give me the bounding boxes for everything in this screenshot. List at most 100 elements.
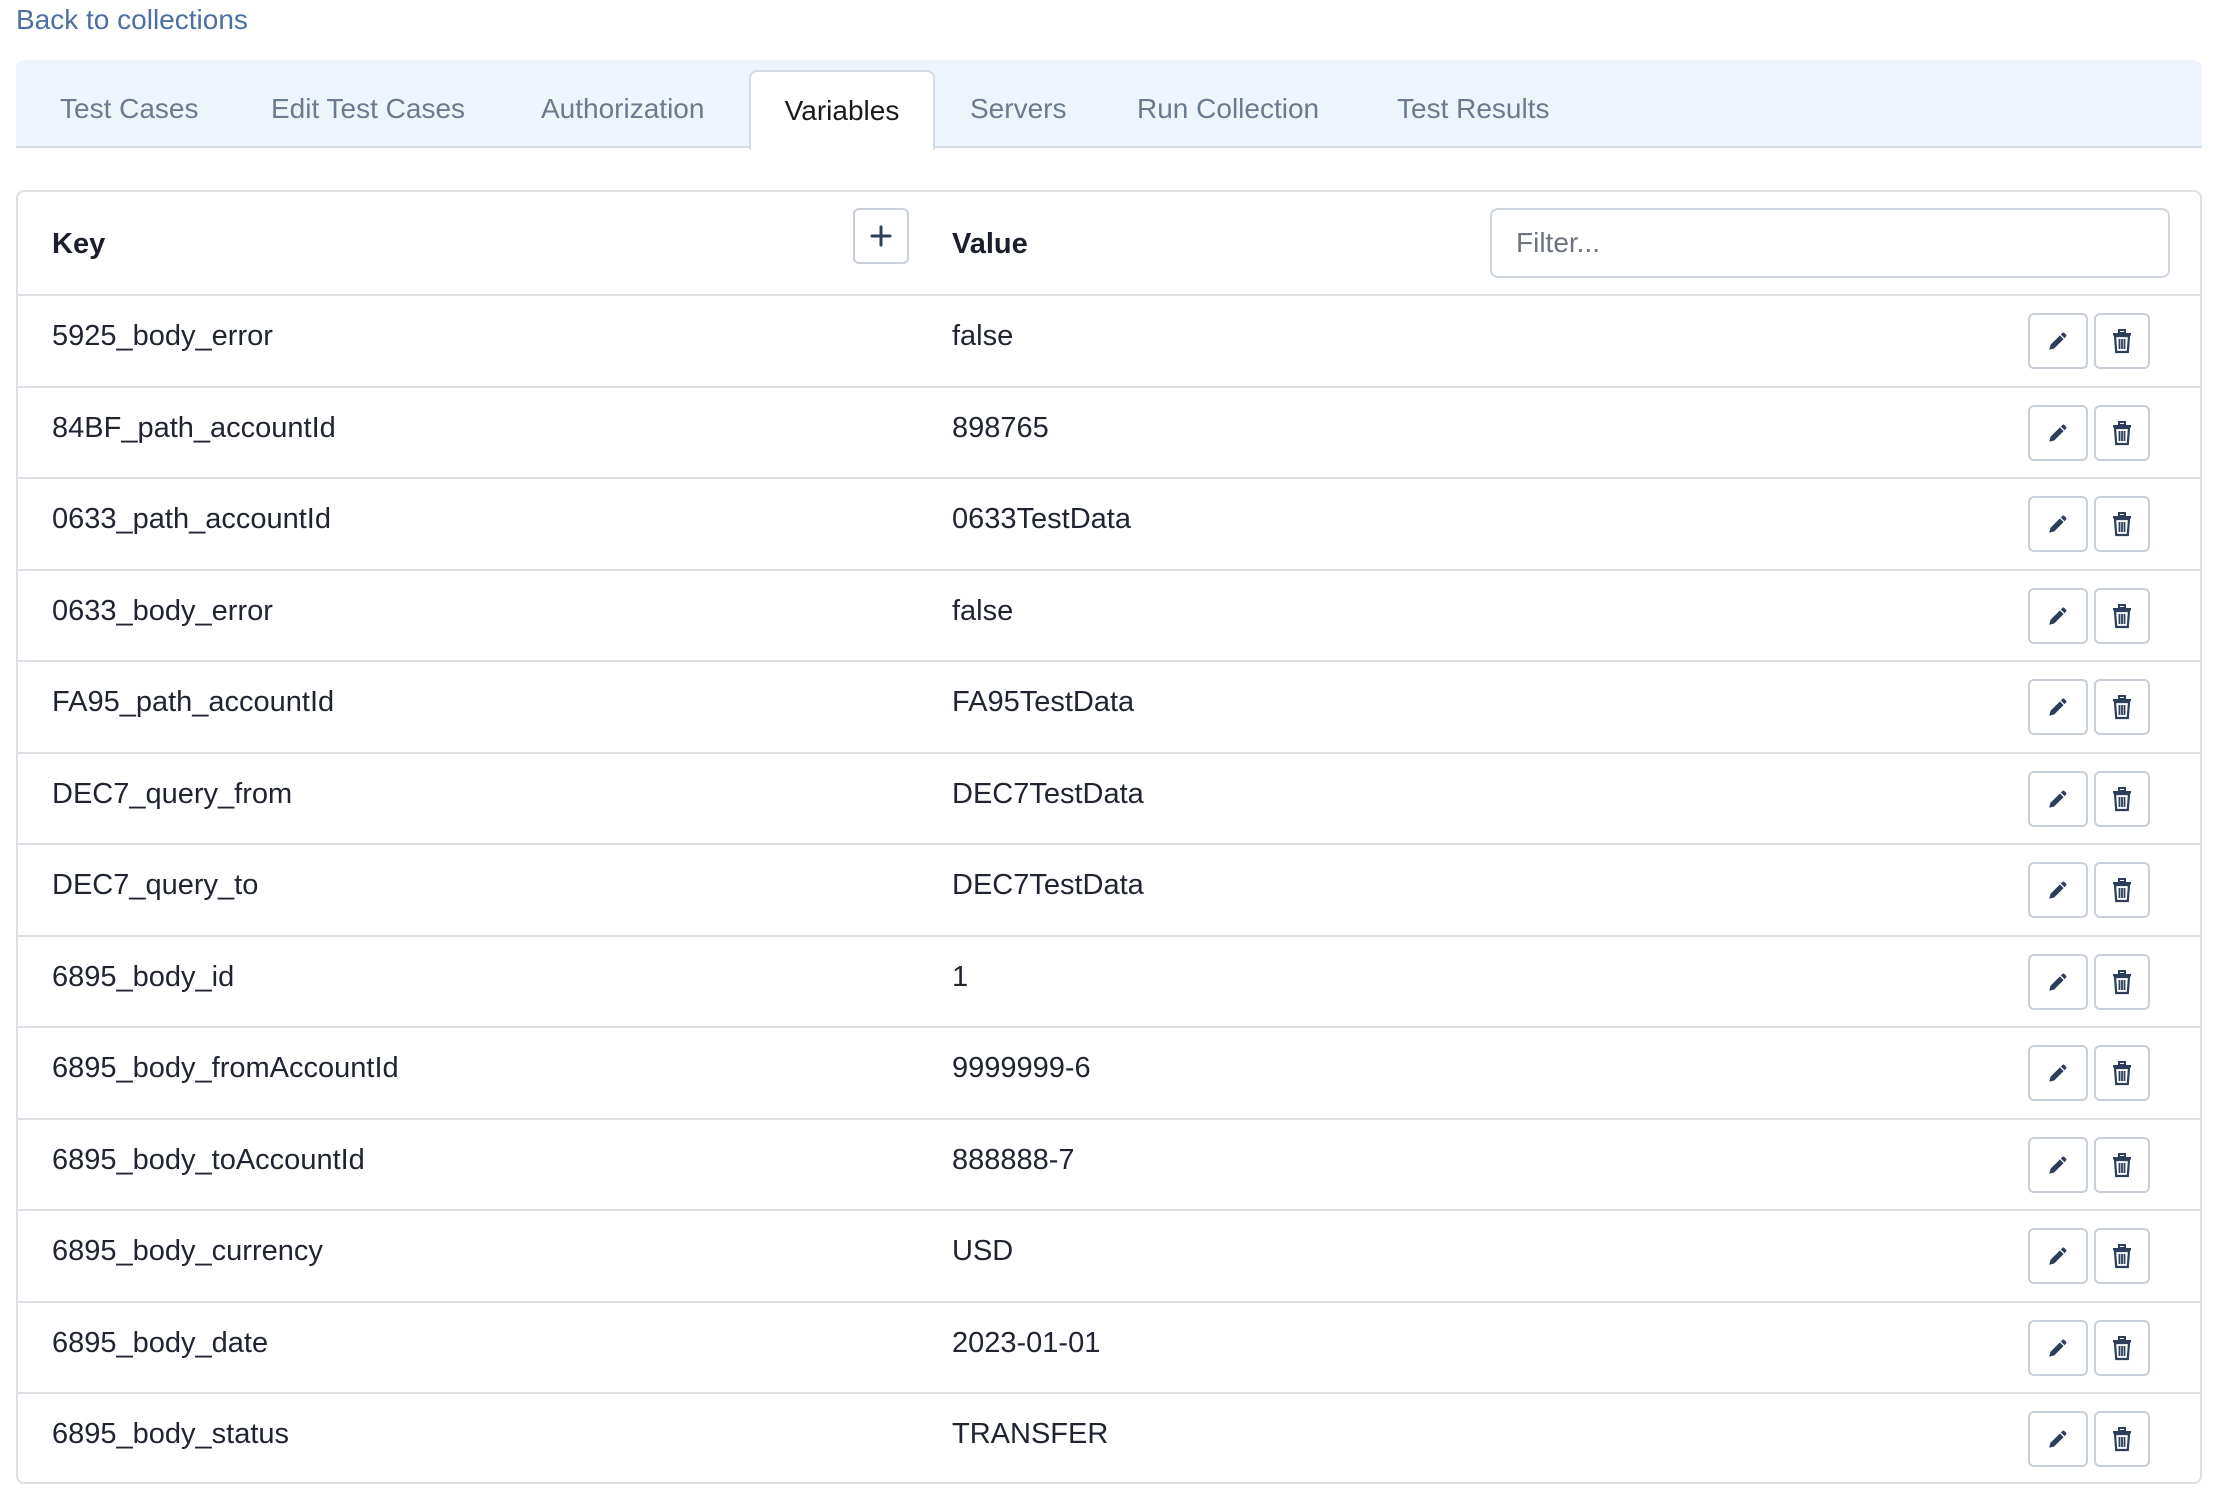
key-column-header: Key xyxy=(52,228,106,260)
edit-button[interactable] xyxy=(2028,953,2088,1010)
edit-button[interactable] xyxy=(2028,770,2088,827)
pencil-icon xyxy=(2049,1430,2067,1448)
value-column-header: Value xyxy=(952,228,1028,260)
variable-value: TRANSFER xyxy=(952,1418,1109,1450)
edit-button[interactable] xyxy=(2028,1319,2088,1376)
variable-value: 9999999-6 xyxy=(952,1052,1091,1084)
edit-button[interactable] xyxy=(2028,587,2088,644)
delete-button[interactable] xyxy=(2094,1319,2150,1376)
variable-value: DEC7TestData xyxy=(952,869,1144,901)
trash-icon xyxy=(2113,512,2131,537)
variable-value: FA95TestData xyxy=(952,686,1135,718)
tab-bar: Test Cases Edit Test Cases Authorization… xyxy=(16,60,2202,150)
variable-value: DEC7TestData xyxy=(952,777,1144,810)
table-row: 0633_body_error false xyxy=(18,571,2200,662)
variable-key: DEC7_query_from xyxy=(52,777,293,810)
tab-test-cases[interactable]: Test Cases xyxy=(60,70,199,148)
table-row: 6895_body_fromAccountId 9999999-6 xyxy=(18,1028,2200,1120)
delete-button[interactable] xyxy=(2094,953,2150,1010)
page: Back to collections Test Cases Edit Test… xyxy=(0,0,2214,1492)
table-row: FA95_path_accountId FA95TestData xyxy=(18,662,2200,754)
variable-key: 6895_body_fromAccountId xyxy=(52,1052,399,1084)
edit-button[interactable] xyxy=(2028,862,2088,918)
trash-icon xyxy=(2113,878,2131,903)
table-header: Key Value xyxy=(18,192,2200,296)
pencil-icon xyxy=(2049,607,2067,625)
table-row: 84BF_path_accountId 898765 xyxy=(18,388,2200,479)
edit-button[interactable] xyxy=(2028,679,2088,735)
filter-input[interactable] xyxy=(1490,208,2170,278)
trash-icon xyxy=(2113,1335,2131,1360)
variable-key: 6895_body_id xyxy=(52,960,235,993)
trash-icon xyxy=(2113,1152,2131,1177)
tab-run-collection[interactable]: Run Collection xyxy=(1137,70,1319,148)
tab-edit-test-cases[interactable]: Edit Test Cases xyxy=(271,70,465,148)
pencil-icon xyxy=(2049,698,2067,716)
tab-variables[interactable]: Variables xyxy=(749,70,935,150)
variable-value: 2023-01-01 xyxy=(952,1326,1101,1359)
delete-button[interactable] xyxy=(2094,313,2150,369)
variable-value: 0633TestData xyxy=(952,503,1131,535)
pencil-icon xyxy=(2049,973,2067,991)
variable-value: false xyxy=(952,320,1014,352)
variable-key: 6895_body_status xyxy=(52,1418,290,1450)
tab-test-results[interactable]: Test Results xyxy=(1397,70,1550,148)
delete-button[interactable] xyxy=(2094,862,2150,918)
variable-value: 1 xyxy=(952,960,969,993)
delete-button[interactable] xyxy=(2094,1045,2150,1101)
pencil-icon xyxy=(2049,332,2067,350)
add-variable-button[interactable] xyxy=(853,208,909,264)
trash-icon xyxy=(2113,603,2131,628)
delete-button[interactable] xyxy=(2094,1136,2150,1193)
delete-button[interactable] xyxy=(2094,770,2150,827)
pencil-icon xyxy=(2049,1247,2067,1265)
table-row: 6895_body_date 2023-01-01 xyxy=(18,1303,2200,1394)
tab-authorization[interactable]: Authorization xyxy=(541,70,704,148)
table-row: DEC7_query_from DEC7TestData xyxy=(18,754,2200,845)
tab-servers[interactable]: Servers xyxy=(970,70,1066,148)
delete-button[interactable] xyxy=(2094,1411,2150,1467)
edit-button[interactable] xyxy=(2028,1136,2088,1193)
plus-icon xyxy=(870,225,892,247)
trash-icon xyxy=(2113,1061,2131,1086)
pencil-icon xyxy=(2049,1064,2067,1082)
trash-icon xyxy=(2113,695,2131,720)
table-row: 0633_path_accountId 0633TestData xyxy=(18,479,2200,571)
pencil-icon xyxy=(2049,1339,2067,1357)
pencil-icon xyxy=(2049,1156,2067,1174)
edit-button[interactable] xyxy=(2028,496,2088,552)
variable-key: 0633_body_error xyxy=(52,594,273,627)
edit-button[interactable] xyxy=(2028,404,2088,461)
trash-icon xyxy=(2113,1427,2131,1452)
variables-table: Key Value 5925_body_error false xyxy=(16,190,2202,1484)
trash-icon xyxy=(2113,420,2131,445)
delete-button[interactable] xyxy=(2094,587,2150,644)
delete-button[interactable] xyxy=(2094,1228,2150,1284)
edit-button[interactable] xyxy=(2028,313,2088,369)
variable-value: 888888-7 xyxy=(952,1143,1075,1176)
delete-button[interactable] xyxy=(2094,404,2150,461)
variable-key: 0633_path_accountId xyxy=(52,503,331,535)
variable-key: 6895_body_currency xyxy=(52,1235,323,1267)
variable-key: 6895_body_toAccountId xyxy=(52,1143,365,1176)
table-row: 6895_body_toAccountId 888888-7 xyxy=(18,1120,2200,1211)
delete-button[interactable] xyxy=(2094,496,2150,552)
trash-icon xyxy=(2113,329,2131,354)
table-row: 6895_body_status TRANSFER xyxy=(18,1394,2200,1482)
variable-value: false xyxy=(952,594,1014,627)
variable-key: FA95_path_accountId xyxy=(52,686,335,718)
delete-button[interactable] xyxy=(2094,679,2150,735)
edit-button[interactable] xyxy=(2028,1411,2088,1467)
variable-value: 898765 xyxy=(952,411,1049,444)
trash-icon xyxy=(2113,1244,2131,1269)
variable-key: 6895_body_date xyxy=(52,1326,269,1359)
variable-key: 84BF_path_accountId xyxy=(52,411,336,444)
variable-key: DEC7_query_to xyxy=(52,869,259,901)
pencil-icon xyxy=(2049,790,2067,808)
table-row: 5925_body_error false xyxy=(18,296,2200,388)
back-to-collections-link[interactable]: Back to collections xyxy=(16,0,248,40)
edit-button[interactable] xyxy=(2028,1045,2088,1101)
variable-value: USD xyxy=(952,1235,1014,1267)
edit-button[interactable] xyxy=(2028,1228,2088,1284)
pencil-icon xyxy=(2049,424,2067,442)
